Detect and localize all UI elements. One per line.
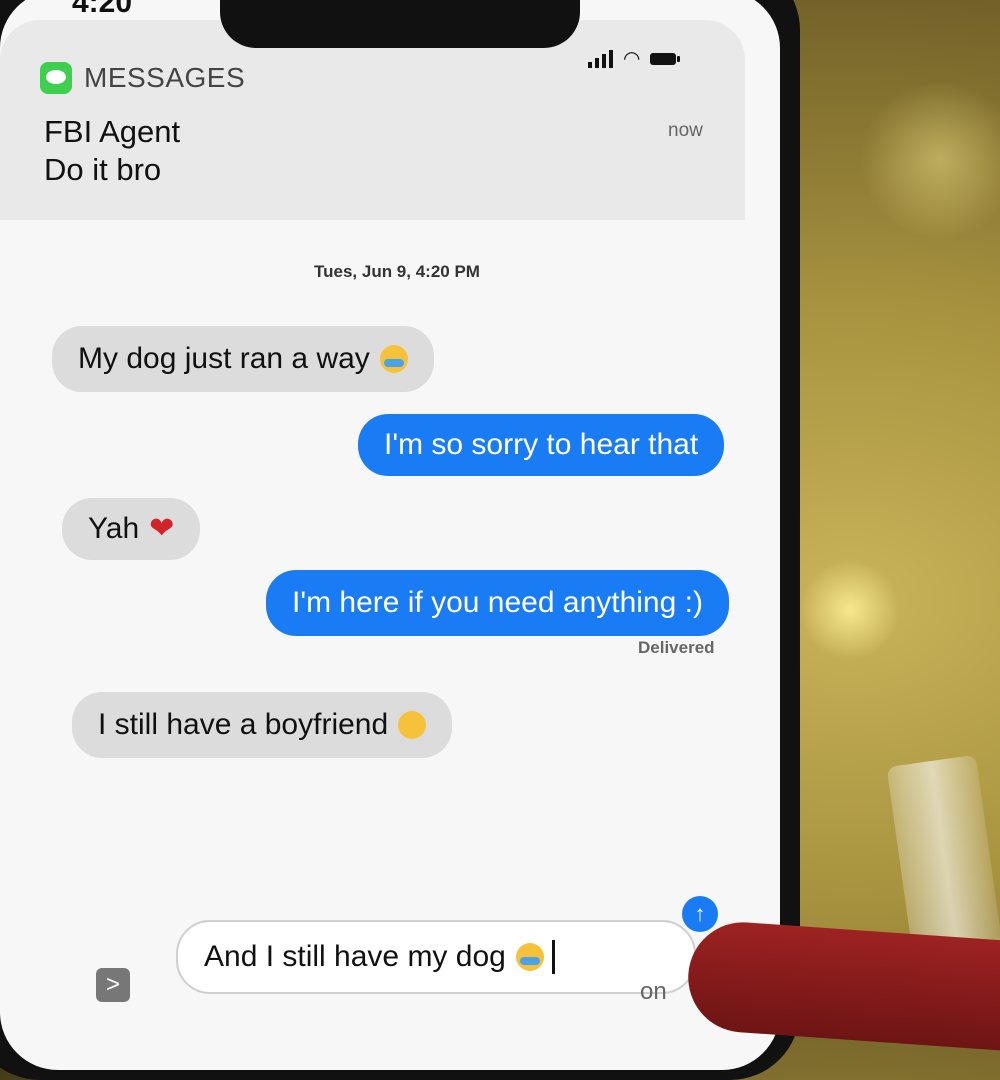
- send-button[interactable]: ↑: [682, 896, 718, 932]
- message-input-text: And I still have my dog: [204, 940, 506, 973]
- message-text: Yah: [88, 512, 140, 545]
- message-input[interactable]: And I still have my dog: [176, 920, 696, 994]
- message-text: I'm so sorry to hear that: [384, 428, 699, 461]
- message-bubble-incoming[interactable]: Yah ❤: [62, 498, 201, 560]
- broken-heart-emoji-icon: ❤: [149, 512, 175, 545]
- crying-laughing-emoji-icon: [515, 943, 544, 971]
- keyboard-hint: on: [640, 978, 667, 1005]
- wifi-icon: ◠: [623, 48, 641, 70]
- message-text: My dog just ran a way: [78, 342, 370, 375]
- status-icons: ◠: [588, 48, 681, 70]
- message-bubble-outgoing[interactable]: I'm here if you need anything :): [266, 570, 729, 636]
- notch: [220, 0, 580, 48]
- battery-icon: [650, 53, 681, 65]
- message-bubble-incoming[interactable]: My dog just ran a way: [52, 326, 434, 392]
- conversation-timestamp: Tues, Jun 9, 4:20 PM: [314, 262, 480, 281]
- signal-icon: [588, 50, 613, 68]
- delivered-status: Delivered: [638, 638, 715, 657]
- status-time: 4:20: [72, 0, 133, 19]
- flushed-emoji-icon: [398, 711, 427, 739]
- message-bubble-outgoing[interactable]: I'm so sorry to hear that: [358, 414, 725, 476]
- crying-laughing-emoji-icon: [379, 345, 408, 373]
- screen-content: 4:20 ◠ MESSAGES FBI Agent Do it bro now …: [0, 0, 780, 1005]
- messages-app-icon: [40, 62, 72, 94]
- background-light-spot: [800, 560, 900, 660]
- expand-apps-button[interactable]: >: [96, 968, 130, 1002]
- text-cursor: [551, 940, 555, 974]
- notification-sender: FBI Agent: [44, 114, 181, 149]
- notification-time: now: [668, 120, 703, 141]
- notification-app-header: MESSAGES: [40, 62, 245, 94]
- notification-app-name: MESSAGES: [84, 62, 246, 93]
- message-bubble-incoming[interactable]: I still have a boyfriend: [72, 692, 453, 758]
- message-text: I'm here if you need anything :): [292, 586, 703, 619]
- notification-body: Do it bro: [44, 152, 162, 187]
- background-light-spot: [860, 80, 1000, 240]
- message-text: I still have a boyfriend: [98, 708, 389, 741]
